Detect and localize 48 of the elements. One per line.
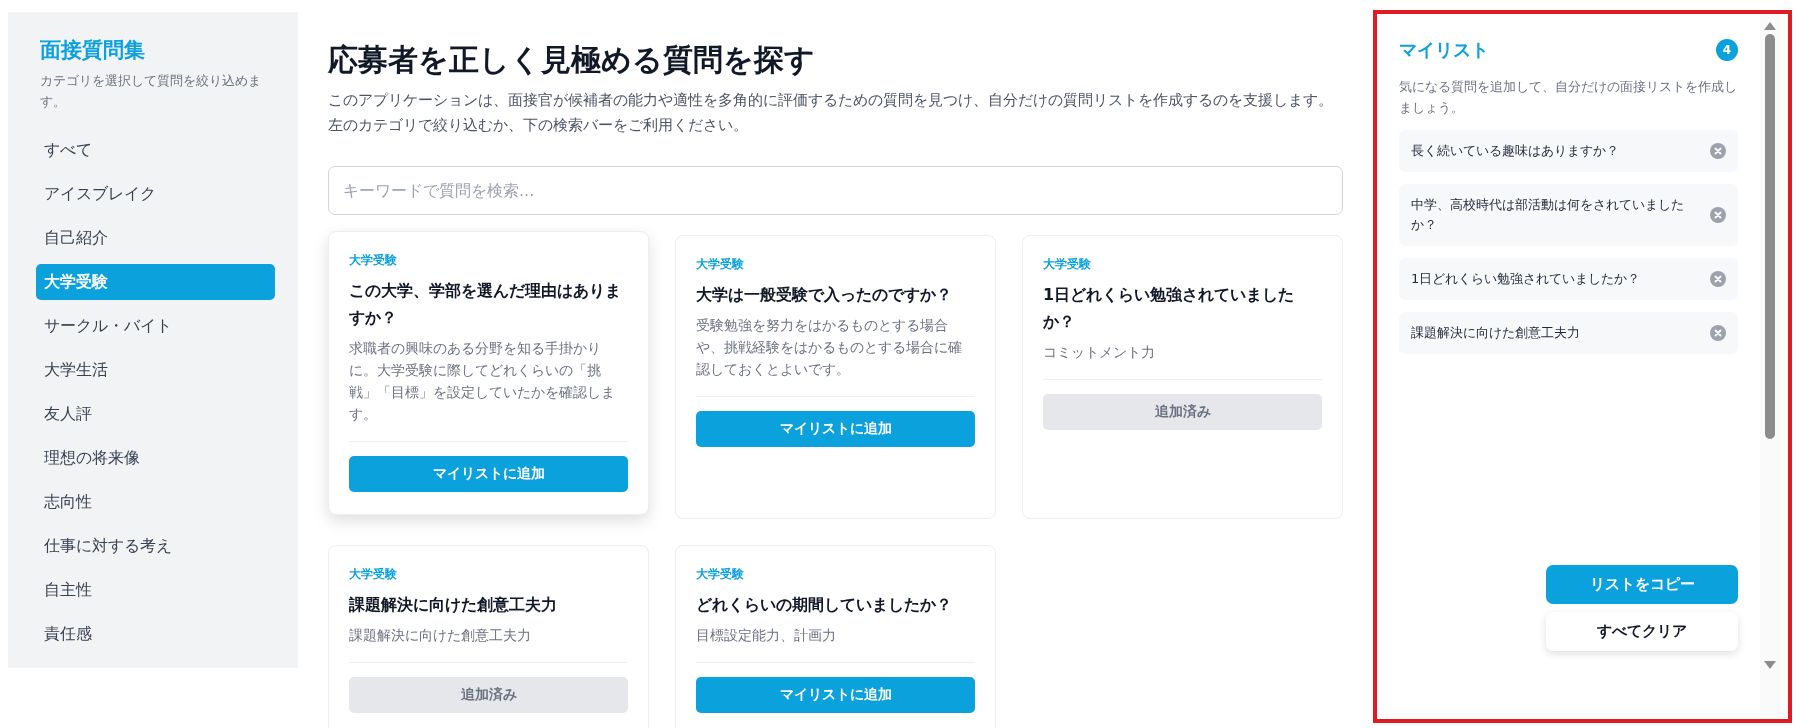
category-item[interactable]: 大学生活 bbox=[36, 352, 275, 388]
question-description: 求職者の興味のある分野を知る手掛かりに。大学受験に際してどれくらいの「挑戦」「目標」を設定していたかを確認します。 bbox=[349, 339, 616, 424]
page-description: このアプリケーションは、面接官が候補者の能力や適性を多角的に評価するための質問を見つけ、自分だけの質問リストを作成するのを支援します。左のカテゴリで絞り込むか、下の検索バーをご利用ください。 bbox=[328, 90, 1334, 136]
page-title: 応募者を正しく見極める質問を探す bbox=[328, 41, 815, 79]
clear-all-button[interactable]: すべてクリア bbox=[1546, 612, 1738, 651]
count-badge: 4 bbox=[1716, 39, 1738, 61]
search-field[interactable]: キーワードで質問を検索... bbox=[328, 166, 1343, 215]
category-item[interactable]: 理想の将来像 bbox=[36, 440, 275, 476]
category-item[interactable]: すべて bbox=[36, 132, 275, 168]
question-title: 課題解決に向けた創意工夫力 bbox=[349, 594, 558, 616]
scroll-up-icon[interactable] bbox=[1764, 22, 1776, 30]
remove-icon[interactable] bbox=[1710, 143, 1726, 159]
added-button[interactable]: 追加済み bbox=[349, 677, 628, 713]
list-item-text: 1日どれくらい勉強されていましたか？ bbox=[1411, 270, 1642, 288]
list-item-text: 課題解決に向けた創意工夫力 bbox=[1411, 324, 1581, 342]
question-description: 受験勉強を努力をはかるものとする場合や、挑戦経験をはかるものとする場合に確認しておくとよいです。 bbox=[696, 316, 963, 379]
my-list-title: マイリスト bbox=[1399, 38, 1489, 62]
question-title: この大学、学部を選んだ理由はありますか？ bbox=[349, 280, 622, 329]
question-description: コミットメント力 bbox=[1043, 343, 1156, 362]
category-tag: 大学受験 bbox=[349, 566, 397, 583]
list-item-text: 中学、高校時代は部活動は何をされていましたか？ bbox=[1411, 196, 1685, 234]
category-item[interactable]: 仕事に対する考え bbox=[36, 528, 275, 564]
question-title: 大学は一般受験で入ったのですか？ bbox=[696, 284, 953, 306]
question-title: どれくらいの期間していましたか？ bbox=[696, 594, 953, 616]
sidebar-subtitle: カテゴリを選択して質問を絞り込めます。 bbox=[40, 72, 262, 111]
category-item[interactable]: サークル・バイト bbox=[36, 308, 275, 344]
scrollbar[interactable] bbox=[1760, 14, 1780, 719]
added-button[interactable]: 追加済み bbox=[1043, 394, 1322, 430]
category-item[interactable]: 自己紹介 bbox=[36, 220, 275, 256]
my-list-description: 気になる質問を追加して、自分だけの面接リストを作成しましょう。 bbox=[1399, 78, 1738, 117]
category-tag: 大学受験 bbox=[696, 566, 744, 583]
category-item[interactable]: アイスブレイク bbox=[36, 176, 275, 212]
category-item[interactable]: 自主性 bbox=[36, 572, 275, 608]
scroll-down-icon[interactable] bbox=[1764, 661, 1776, 669]
question-description: 目標設定能力、計画力 bbox=[696, 626, 837, 645]
category-tag: 大学受験 bbox=[696, 256, 744, 273]
category-item[interactable]: 志向性 bbox=[36, 484, 275, 520]
app-title: 面接質問集 bbox=[40, 37, 145, 64]
question-title: 1日どれくらい勉強されていましたか？ bbox=[1043, 284, 1296, 333]
remove-icon[interactable] bbox=[1710, 325, 1726, 341]
remove-icon[interactable] bbox=[1710, 271, 1726, 287]
category-tag: 大学受験 bbox=[349, 252, 397, 269]
list-item-text: 長く続いている趣味はありますか？ bbox=[1411, 142, 1620, 160]
category-item[interactable]: 責任感 bbox=[36, 616, 275, 652]
remove-icon[interactable] bbox=[1710, 207, 1726, 223]
category-item[interactable]: 友人評 bbox=[36, 396, 275, 432]
category-tag: 大学受験 bbox=[1043, 256, 1091, 273]
question-description: 課題解決に向けた創意工夫力 bbox=[349, 626, 532, 645]
